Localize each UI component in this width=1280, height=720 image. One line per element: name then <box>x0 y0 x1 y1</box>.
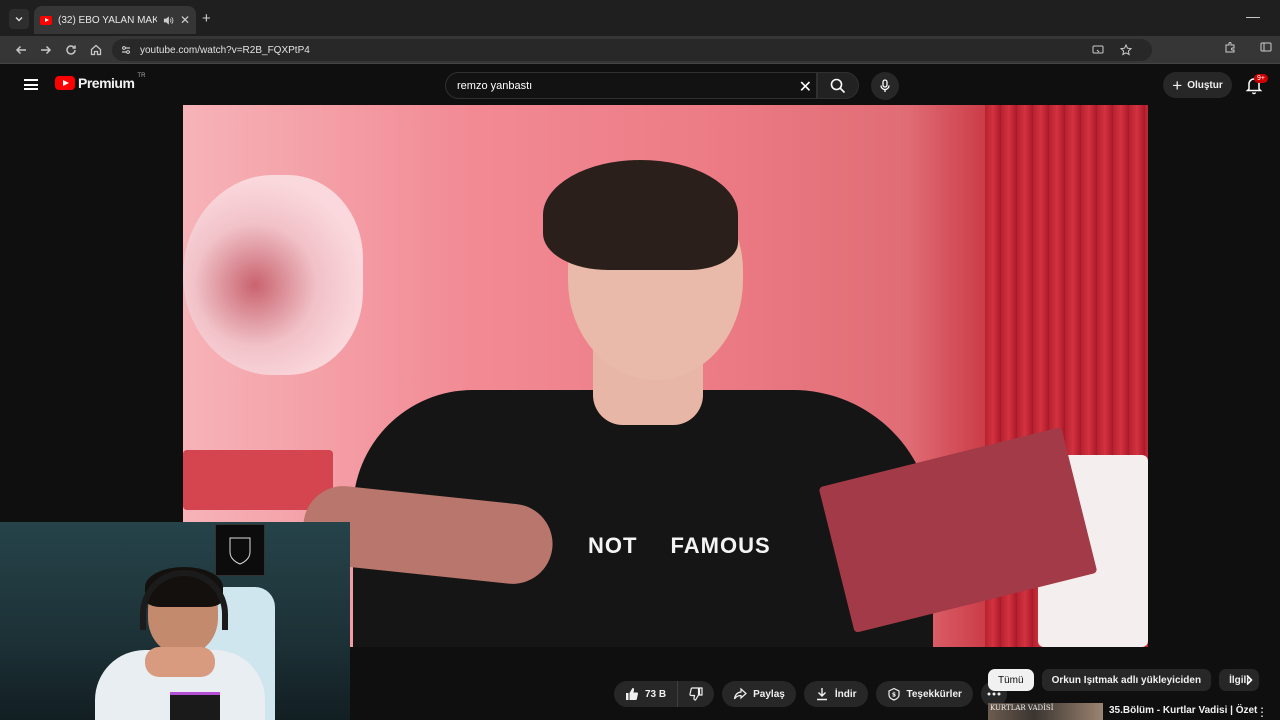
watch-page: NOT FAMOUS 73 B Paylaş İndir $ Teşekkürl… <box>0 105 1280 720</box>
like-count: 73 B <box>645 688 667 700</box>
home-icon <box>90 44 102 56</box>
reload-icon <box>66 45 76 55</box>
chip-from-uploader[interactable]: Orkun Işıtmak adlı yükleyiciden <box>1041 669 1212 691</box>
eagle-crest-icon <box>229 537 251 565</box>
youtube-logo-icon <box>55 76 75 90</box>
chip-all[interactable]: Tümü <box>988 669 1034 691</box>
share-label: Paylaş <box>753 688 785 700</box>
notification-badge: 9+ <box>1254 74 1268 83</box>
search-button[interactable] <box>817 72 859 99</box>
browser-tab-active[interactable]: (32) EBO YALAN MAKİNESİ ✕ <box>34 6 196 34</box>
voice-search-button[interactable] <box>871 72 899 100</box>
sidebar-icon[interactable] <box>1260 41 1272 53</box>
star-icon[interactable] <box>1120 44 1132 56</box>
youtube-header: Premium TR remzo yanbastı ✕ + Oluştur 9+ <box>0 65 1280 105</box>
cast-icon[interactable] <box>1092 44 1104 56</box>
favicon-icon <box>40 15 52 25</box>
more-icon <box>987 692 1001 696</box>
search-clear-icon[interactable]: ✕ <box>799 77 812 97</box>
video-actions: 73 B Paylaş İndir $ Teşekkürler <box>614 681 1007 707</box>
recommendation-chips: Tümü Orkun Işıtmak adlı yükleyiciden İlg… <box>988 669 1260 691</box>
search-input[interactable]: remzo yanbastı ✕ <box>445 72 817 99</box>
dislike-icon <box>689 687 703 701</box>
download-label: İndir <box>834 688 857 700</box>
plus-icon: + <box>1172 75 1183 95</box>
browser-right-icons <box>1224 41 1272 53</box>
speaker-icon[interactable] <box>163 15 174 26</box>
youtube-logo[interactable]: Premium TR <box>55 73 146 91</box>
gramophone-horn <box>183 175 363 375</box>
forward-button[interactable] <box>37 41 55 59</box>
extensions-icon[interactable] <box>1224 41 1236 53</box>
like-icon <box>626 688 639 701</box>
like-dislike-group: 73 B <box>614 681 715 707</box>
thanks-button[interactable]: $ Teşekkürler <box>875 681 973 707</box>
share-button[interactable]: Paylaş <box>722 681 796 707</box>
browser-toolbar: youtube.com/watch?v=R2B_FQXPtP4 <box>0 36 1280 64</box>
create-label: Oluştur <box>1187 79 1223 91</box>
home-button[interactable] <box>87 41 105 59</box>
webcam-overlay <box>0 522 350 720</box>
download-button[interactable]: İndir <box>803 681 868 707</box>
recommended-title[interactable]: 35.Bölüm - Kurtlar Vadisi | Özet <box>1109 705 1257 716</box>
logo-region: TR <box>137 73 146 79</box>
shirt-print: NOT FAMOUS <box>588 533 771 558</box>
omnibox-actions <box>1092 39 1152 61</box>
create-button[interactable]: + Oluştur <box>1163 72 1232 98</box>
person-hair <box>543 160 738 270</box>
streamer-hands <box>145 647 215 677</box>
search-icon <box>830 78 846 93</box>
mic-icon <box>880 79 890 92</box>
minimize-button[interactable]: — <box>1246 8 1260 24</box>
new-tab-button[interactable]: + <box>202 11 211 26</box>
rgb-device <box>170 692 220 720</box>
svg-text:$: $ <box>891 692 895 699</box>
recommended-thumbnail[interactable]: KURTLAR VADİSİ <box>988 703 1103 720</box>
wall-poster <box>215 524 265 576</box>
back-button[interactable] <box>12 41 30 59</box>
like-button[interactable]: 73 B <box>614 681 679 707</box>
browser-tabstrip: (32) EBO YALAN MAKİNESİ ✕ + — <box>0 0 1280 36</box>
hamburger-icon[interactable] <box>24 79 38 90</box>
thanks-icon: $ <box>887 687 900 701</box>
dislike-button[interactable] <box>678 681 715 707</box>
share-icon <box>734 687 748 700</box>
thanks-label: Teşekkürler <box>906 688 962 700</box>
recommended-menu-icon[interactable]: ⋮ <box>1256 705 1268 719</box>
chevron-right-icon <box>1246 674 1253 686</box>
site-info-icon[interactable] <box>120 44 132 56</box>
back-icon <box>15 45 26 55</box>
forward-icon <box>41 45 52 55</box>
tab-close-icon[interactable]: ✕ <box>180 14 190 26</box>
tab-search-button[interactable] <box>9 9 29 29</box>
dropdown-icon <box>15 17 23 22</box>
url-text: youtube.com/watch?v=R2B_FQXPtP4 <box>140 44 310 56</box>
tab-title: (32) EBO YALAN MAKİNESİ <box>58 14 158 26</box>
reload-button[interactable] <box>62 41 80 59</box>
address-bar[interactable]: youtube.com/watch?v=R2B_FQXPtP4 <box>112 39 1152 61</box>
chips-next-button[interactable] <box>1240 671 1258 689</box>
logo-text: Premium <box>78 75 135 91</box>
download-icon <box>816 688 827 701</box>
thumbnail-caption: KURTLAR VADİSİ <box>990 704 1054 712</box>
search-value: remzo yanbastı <box>457 79 533 92</box>
